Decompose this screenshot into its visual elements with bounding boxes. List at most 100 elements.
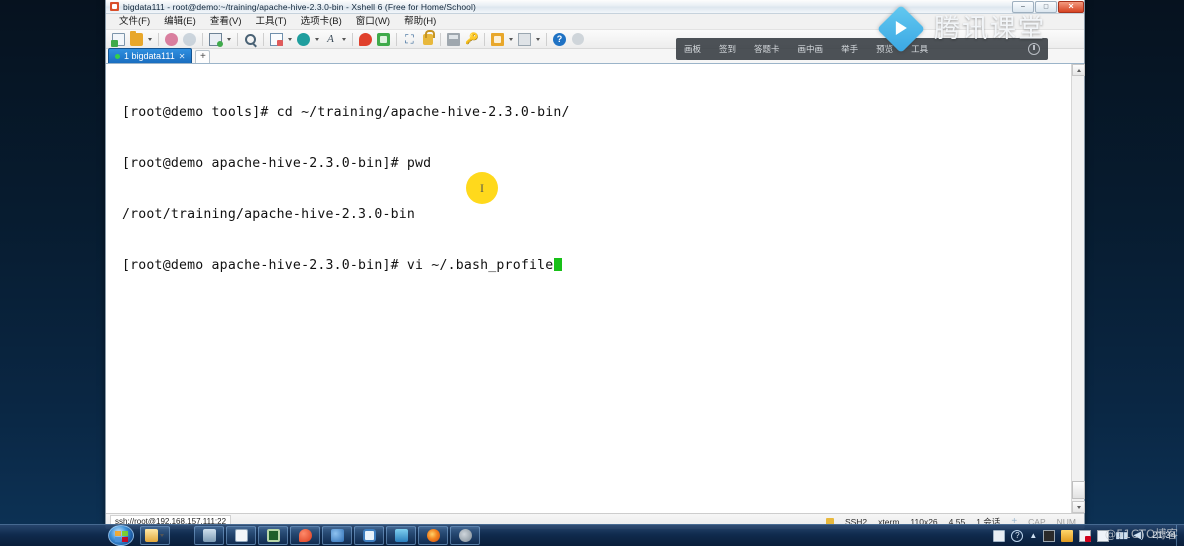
tray-icon[interactable]	[445, 31, 462, 48]
tray-help-icon[interactable]: ?	[1011, 529, 1024, 542]
taskbar-app-red[interactable]	[290, 526, 320, 545]
folder-icon	[144, 529, 158, 542]
explorer-dropdown-icon[interactable]	[158, 527, 166, 544]
terminal-cursor	[554, 258, 563, 271]
minimize-tray-icon	[447, 32, 460, 46]
new-file-icon	[111, 32, 125, 47]
disconnect-icon[interactable]	[181, 31, 198, 48]
toolbar-separator	[546, 32, 547, 46]
minimize-icon: –	[1021, 3, 1025, 11]
layout-dropdown-icon[interactable]	[534, 31, 542, 48]
plug-connect-icon	[165, 32, 178, 46]
tk-item-pip[interactable]: 画中画	[798, 43, 824, 55]
maximize-icon: □	[1043, 3, 1049, 11]
session-properties-icon	[209, 32, 223, 47]
help-icon[interactable]: ?	[551, 31, 568, 48]
taskbar-explorer[interactable]	[140, 526, 170, 545]
lock-icon[interactable]	[419, 29, 436, 48]
new-tab-button[interactable]: +	[195, 50, 211, 63]
font-a-icon: A	[327, 32, 334, 45]
taskbar-app-blue[interactable]	[322, 526, 352, 545]
disabled-circle-icon	[571, 33, 584, 45]
tk-item-signin[interactable]: 签到	[719, 43, 736, 55]
screenshot-icon	[491, 32, 504, 46]
capture-icon[interactable]	[489, 31, 506, 48]
capture-dropdown-icon[interactable]	[507, 31, 515, 48]
terminal-line: /root/training/apache-hive-2.3.0-bin	[122, 207, 416, 222]
terminal-scrollbar[interactable]	[1071, 64, 1085, 513]
highlight-dropdown-icon[interactable]	[313, 31, 321, 48]
tray-antivirus-icon[interactable]	[1079, 529, 1092, 542]
menu-tab[interactable]: 选项卡(B)	[294, 14, 349, 30]
menu-help[interactable]: 帮助(H)	[397, 14, 443, 30]
tray-yellow-icon[interactable]	[1061, 529, 1074, 542]
font-size-dropdown-icon[interactable]	[340, 31, 348, 48]
terminal-line: [root@demo apache-hive-2.3.0-bin]# pwd	[122, 156, 432, 171]
teal-app-icon	[394, 529, 408, 542]
open-folder-dropdown-icon[interactable]	[146, 31, 154, 48]
highlight-icon[interactable]	[295, 31, 312, 48]
sftp-icon[interactable]	[375, 31, 392, 48]
toolbar-separator	[396, 32, 397, 46]
transfer-zmodem-icon[interactable]	[357, 31, 374, 48]
connect-icon[interactable]	[163, 31, 180, 48]
scrollbar-thumb[interactable]	[1072, 481, 1085, 499]
scroll-up-icon[interactable]	[1072, 64, 1085, 76]
plug-disconnect-icon	[183, 32, 196, 46]
zmodem-icon	[359, 32, 372, 46]
scroll-down-icon[interactable]	[1072, 501, 1085, 513]
terminal-output[interactable]: [root@demo tools]# cd ~/training/apache-…	[106, 64, 1071, 513]
tencent-brand-text: 腾讯课堂	[934, 14, 1047, 44]
session-log-icon[interactable]	[268, 31, 285, 48]
tab-close-icon[interactable]: ✕	[179, 52, 186, 61]
tk-item-raisehand[interactable]: 举手	[841, 43, 858, 55]
font-size-icon[interactable]: A	[322, 31, 339, 48]
tray-expand-icon[interactable]: ▲	[1029, 531, 1037, 540]
menu-window[interactable]: 窗口(W)	[349, 14, 397, 30]
start-button[interactable]	[108, 525, 134, 546]
close-button[interactable]: ✕	[1058, 1, 1084, 13]
taskbar-app-teal[interactable]	[386, 526, 416, 545]
padlock-icon	[422, 29, 435, 45]
toolbar-separator	[484, 32, 485, 46]
taskbar-app-gray[interactable]	[450, 526, 480, 545]
tray-recorder-icon[interactable]	[1043, 529, 1056, 542]
toolbar-separator	[237, 32, 238, 46]
menu-view[interactable]: 查看(V)	[203, 14, 249, 30]
terminal-area[interactable]: [root@demo tools]# cd ~/training/apache-…	[106, 64, 1085, 513]
toolbar-separator	[263, 32, 264, 46]
layout-icon[interactable]	[516, 31, 533, 48]
taskbar-camera[interactable]	[354, 526, 384, 545]
color-circle-icon	[297, 32, 310, 46]
taskbar-firefox[interactable]	[418, 526, 448, 545]
fullscreen-icon[interactable]: ⛶	[401, 31, 418, 48]
taskbar-media-player[interactable]	[194, 526, 224, 545]
key-manager-icon[interactable]: 🔑	[463, 31, 480, 48]
toolbar-separator	[202, 32, 203, 46]
taskbar-apps	[140, 526, 480, 545]
play-diamond-icon	[876, 4, 926, 54]
menu-file[interactable]: 文件(F)	[112, 14, 157, 30]
taskbar-spacer	[172, 526, 192, 545]
log-book-icon	[270, 32, 283, 46]
menu-tools[interactable]: 工具(T)	[248, 14, 293, 30]
tray-keyboard-icon[interactable]	[993, 529, 1006, 542]
taskbar-vmware[interactable]	[258, 526, 288, 545]
find-icon[interactable]	[242, 31, 259, 48]
properties-dropdown-icon[interactable]	[225, 31, 233, 48]
new-session-icon[interactable]	[110, 31, 127, 48]
menu-edit[interactable]: 编辑(E)	[157, 14, 203, 30]
sftp-window-icon	[377, 32, 390, 46]
terminal-line: [root@demo tools]# cd ~/training/apache-…	[122, 105, 570, 120]
tab-bigdata111[interactable]: 1 bigdata111 ✕	[108, 48, 193, 63]
tk-item-quizcard[interactable]: 答题卡	[754, 43, 780, 55]
grid-layout-icon	[518, 32, 531, 46]
open-folder-icon[interactable]	[128, 30, 145, 48]
window-title: bigdata111 - root@demo:~/training/apache…	[123, 1, 476, 12]
session-log-dropdown-icon[interactable]	[286, 31, 294, 48]
tencent-classroom-logo: 腾讯课堂	[876, 4, 1047, 54]
taskbar-notepad[interactable]	[226, 526, 256, 545]
tk-item-whiteboard[interactable]: 画板	[684, 43, 701, 55]
folder-icon	[130, 30, 143, 46]
properties-icon[interactable]	[207, 31, 224, 48]
